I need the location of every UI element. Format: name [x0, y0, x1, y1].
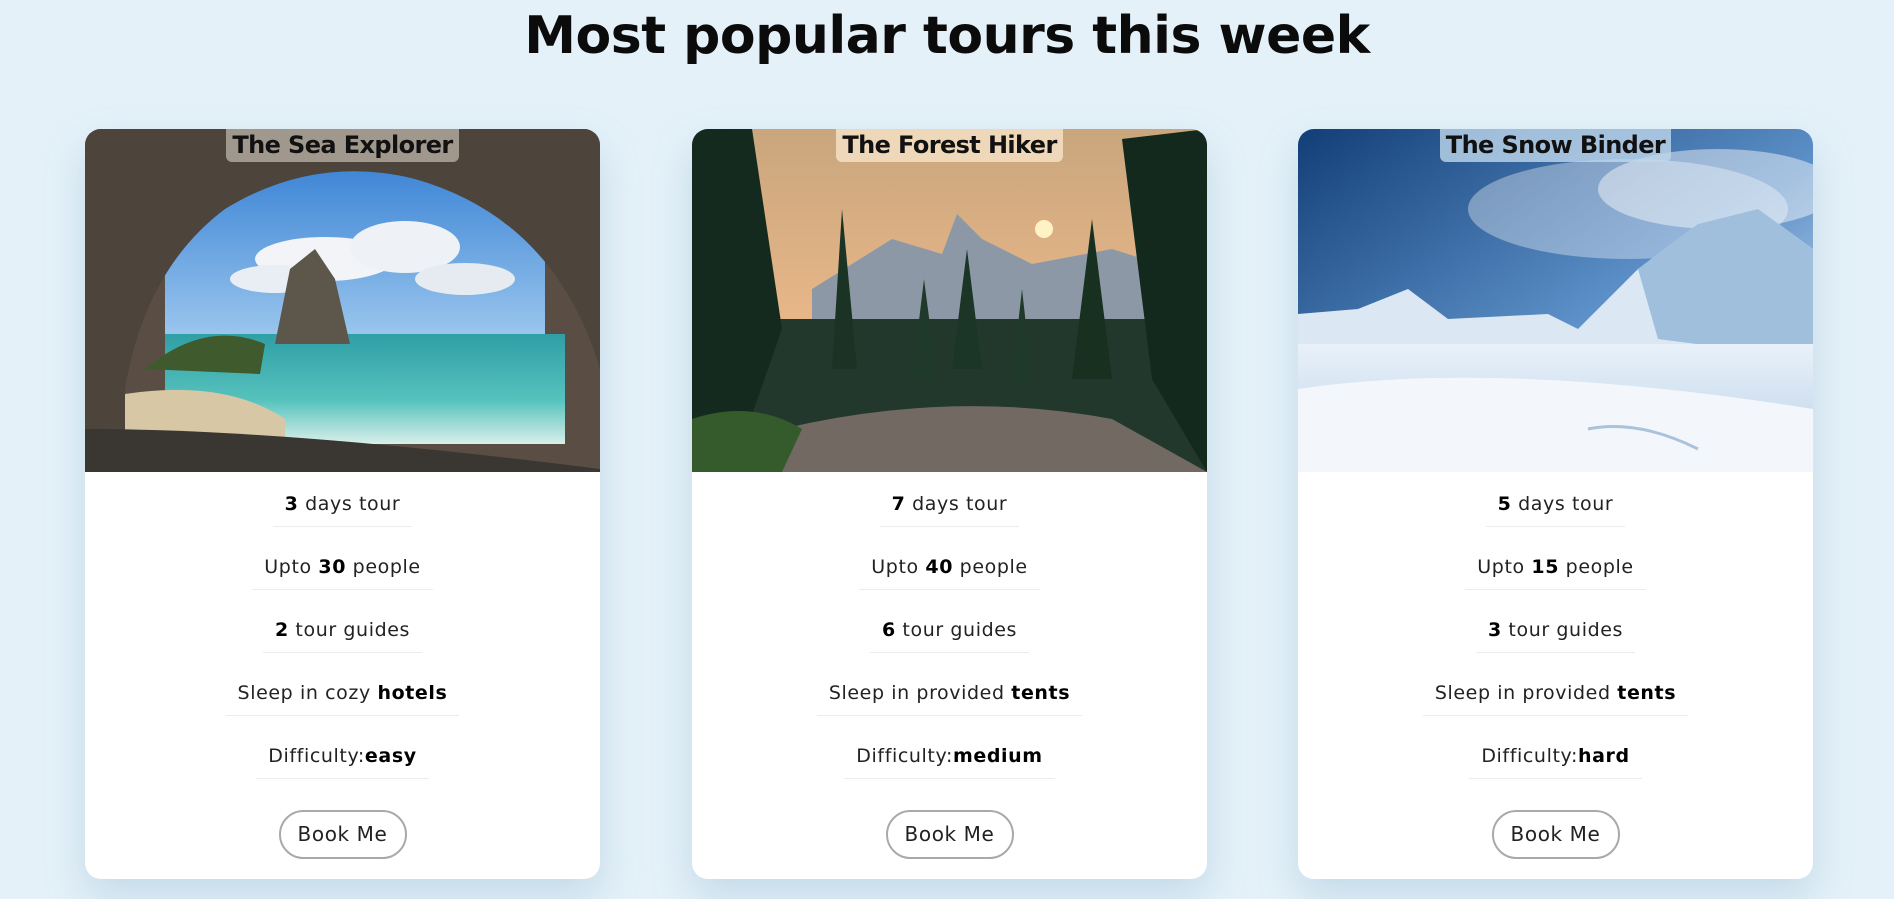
tour-details: 3 days tour Upto 30 people 2 tour guides… [85, 472, 600, 787]
tour-group-size: Upto 15 people [1298, 535, 1813, 598]
tour-title: The Sea Explorer [226, 129, 459, 162]
tour-details: 5 days tour Upto 15 people 3 tour guides… [1298, 472, 1813, 787]
tour-title: The Forest Hiker [836, 129, 1063, 162]
page-title: Most popular tours this week [524, 6, 1370, 66]
tour-card-snow-binder: The Snow Binder 5 days tour Upto 15 peop… [1298, 129, 1813, 879]
tour-card-forest-hiker: The Forest Hiker 7 days tour Upto 40 peo… [692, 129, 1207, 879]
forest-sunset-photo [692, 129, 1207, 472]
tour-duration: 7 days tour [692, 472, 1207, 535]
tour-accommodation: Sleep in provided tents [692, 661, 1207, 724]
tour-difficulty: Difficulty:medium [692, 724, 1207, 787]
book-me-button[interactable]: Book Me [278, 810, 407, 859]
book-me-button[interactable]: Book Me [1491, 810, 1620, 859]
tour-guides: 6 tour guides [692, 598, 1207, 661]
tour-difficulty: Difficulty:easy [85, 724, 600, 787]
tour-duration: 3 days tour [85, 472, 600, 535]
tour-accommodation: Sleep in provided tents [1298, 661, 1813, 724]
tour-accommodation: Sleep in cozy hotels [85, 661, 600, 724]
tour-group-size: Upto 40 people [692, 535, 1207, 598]
sea-cave-photo [85, 129, 600, 472]
tour-guides: 3 tour guides [1298, 598, 1813, 661]
tour-guides: 2 tour guides [85, 598, 600, 661]
snowy-mountain-photo [1298, 129, 1813, 472]
tour-duration: 5 days tour [1298, 472, 1813, 535]
tour-details: 7 days tour Upto 40 people 6 tour guides… [692, 472, 1207, 787]
tour-cards: The Sea Explorer 3 days tour Upto 30 peo… [0, 129, 1894, 879]
tour-title: The Snow Binder [1439, 129, 1672, 162]
book-me-button[interactable]: Book Me [885, 810, 1014, 859]
tour-group-size: Upto 30 people [85, 535, 600, 598]
tour-card-sea-explorer: The Sea Explorer 3 days tour Upto 30 peo… [85, 129, 600, 879]
tour-difficulty: Difficulty:hard [1298, 724, 1813, 787]
